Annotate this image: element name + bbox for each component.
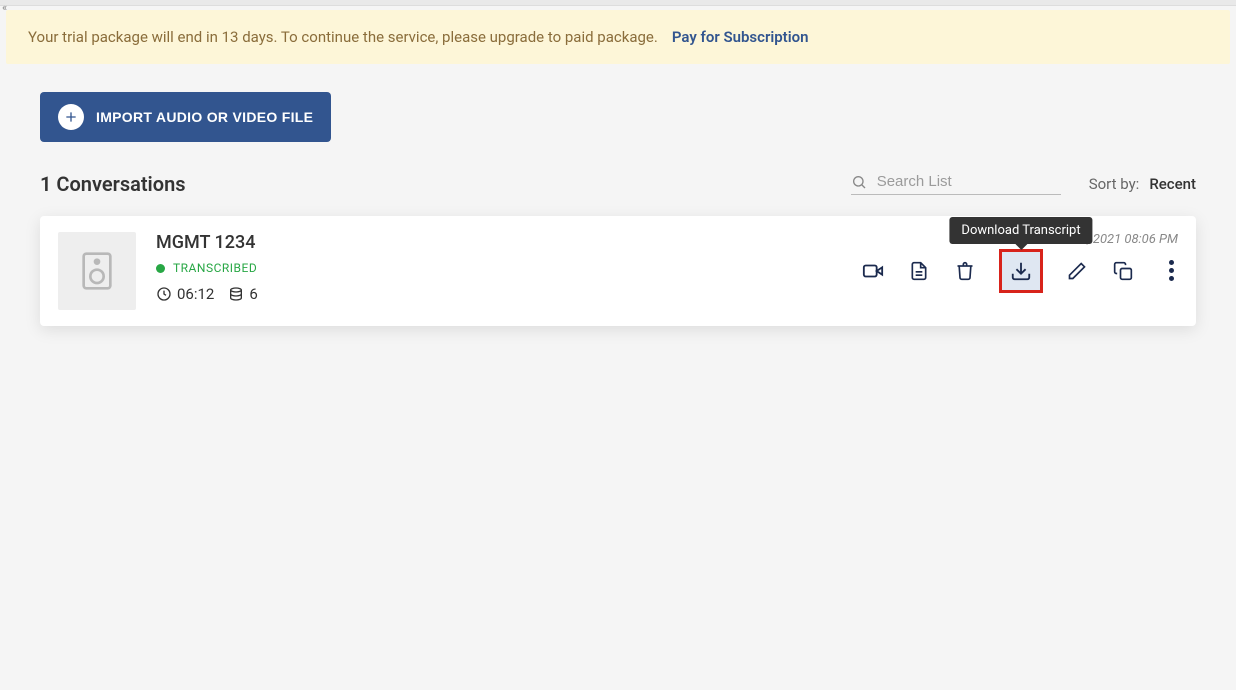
download-tooltip: Download Transcript (949, 217, 1092, 244)
conversation-thumbnail (58, 232, 136, 310)
trash-icon (955, 260, 975, 282)
speaker-icon (81, 250, 113, 292)
conversation-card[interactable]: 20, 2021 08:06 PM MGMT 1234 TRANSCRIBED (40, 216, 1196, 326)
pay-subscription-link[interactable]: Pay for Subscription (672, 28, 809, 46)
search-field[interactable] (851, 173, 1061, 195)
more-options-button[interactable] (1165, 256, 1178, 285)
transcript-file-icon (909, 260, 929, 282)
search-input[interactable] (877, 173, 1061, 190)
delete-button[interactable] (953, 259, 977, 283)
conversation-title: MGMT 1234 (156, 232, 841, 253)
collapse-handle[interactable]: « (2, 2, 7, 13)
pencil-icon (1067, 261, 1087, 281)
status-text: TRANSCRIBED (173, 261, 257, 275)
download-icon (1010, 260, 1032, 282)
duration: 06:12 (156, 285, 214, 303)
card-actions: Download Transcript (861, 256, 1178, 285)
import-button-label: IMPORT AUDIO OR VIDEO FILE (96, 109, 313, 125)
duration-value: 06:12 (177, 285, 214, 303)
sort-value[interactable]: Recent (1149, 175, 1196, 193)
copy-icon (1113, 261, 1133, 281)
banner-message: Your trial package will end in 13 days. … (28, 28, 658, 46)
video-icon (862, 260, 884, 282)
edit-button[interactable] (1065, 259, 1089, 283)
clock-icon (156, 286, 172, 302)
search-icon (851, 174, 867, 190)
status-dot-icon (156, 264, 165, 273)
import-button[interactable]: IMPORT AUDIO OR VIDEO FILE (40, 92, 331, 142)
video-button[interactable] (861, 259, 885, 283)
plus-icon (58, 104, 84, 130)
sort-by-label: Sort by: (1089, 175, 1140, 193)
segments-icon (228, 286, 244, 302)
segments: 6 (228, 285, 257, 303)
transcript-button[interactable] (907, 259, 931, 283)
download-transcript-button[interactable]: Download Transcript (999, 249, 1043, 293)
trial-banner: Your trial package will end in 13 days. … (6, 10, 1230, 64)
copy-button[interactable] (1111, 259, 1135, 283)
segments-value: 6 (249, 285, 257, 303)
status-badge: TRANSCRIBED (156, 261, 841, 275)
conversations-count: 1 Conversations (40, 172, 186, 196)
